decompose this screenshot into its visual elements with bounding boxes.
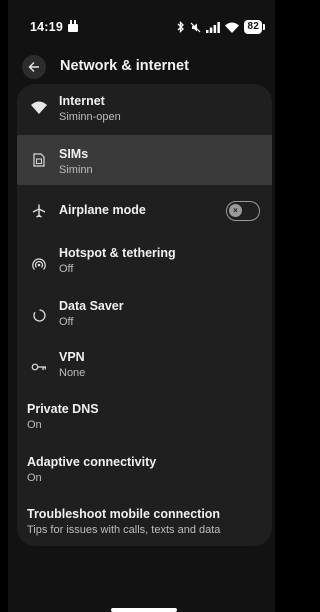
list-item-vpn[interactable]: VPN None (17, 341, 272, 391)
list-item-troubleshoot[interactable]: Troubleshoot mobile connection Tips for … (17, 497, 272, 546)
list-item-subtitle: On (27, 472, 42, 484)
airplane-icon (30, 202, 48, 220)
list-item-private-dns[interactable]: Private DNS On (17, 393, 272, 445)
mute-icon (191, 22, 201, 32)
wifi-icon (30, 98, 48, 116)
settings-list: Internet Siminn-open SIMs Siminn Airplan… (17, 84, 272, 546)
list-item-title: VPN (59, 350, 85, 364)
list-item-title: Data Saver (59, 299, 124, 313)
sim-card-icon (30, 151, 48, 169)
app-bar: Network & internet (8, 53, 275, 81)
list-item-subtitle: None (59, 367, 86, 379)
signal-icon (206, 21, 221, 33)
status-time: 14:19 (30, 20, 63, 34)
list-item-title: Internet (59, 94, 105, 108)
vpn-key-icon (30, 358, 48, 376)
close-icon: × (229, 204, 242, 217)
bluetooth-icon (178, 21, 185, 33)
list-item-sims[interactable]: SIMs Siminn (17, 135, 272, 185)
list-item-subtitle: Siminn (59, 164, 93, 176)
battery-indicator: 82 (244, 20, 265, 34)
list-item-subtitle: Tips for issues with calls, texts and da… (27, 524, 221, 536)
wifi-status-icon (225, 22, 240, 33)
data-saver-icon (30, 306, 48, 324)
list-item-title: Airplane mode (59, 203, 146, 217)
list-item-subtitle: Siminn-open (59, 111, 121, 123)
arrow-back-icon (28, 62, 39, 72)
list-item-title: Troubleshoot mobile connection (27, 507, 221, 521)
status-icons: 82 (177, 20, 265, 34)
home-indicator[interactable] (111, 608, 177, 612)
status-bar: 14:19 82 (8, 16, 275, 40)
back-button[interactable] (22, 55, 46, 79)
list-item-title: Hotspot & tethering (59, 246, 176, 260)
list-item-subtitle: Off (59, 263, 74, 275)
list-item-internet[interactable]: Internet Siminn-open (17, 84, 272, 134)
hotspot-icon (30, 255, 48, 273)
list-item-hotspot[interactable]: Hotspot & tethering Off (17, 237, 272, 289)
list-item-title: SIMs (59, 147, 89, 161)
list-item-title: Private DNS (27, 402, 99, 416)
list-item-subtitle: On (27, 419, 42, 431)
list-item-adaptive-connectivity[interactable]: Adaptive connectivity On (17, 446, 272, 496)
notification-icon (68, 20, 78, 32)
list-item-title: Adaptive connectivity (27, 455, 157, 469)
airplane-mode-toggle[interactable]: × (226, 201, 260, 221)
list-item-data-saver[interactable]: Data Saver Off (17, 290, 272, 340)
list-item-subtitle: Off (59, 316, 74, 328)
page-title: Network & internet (60, 58, 189, 74)
